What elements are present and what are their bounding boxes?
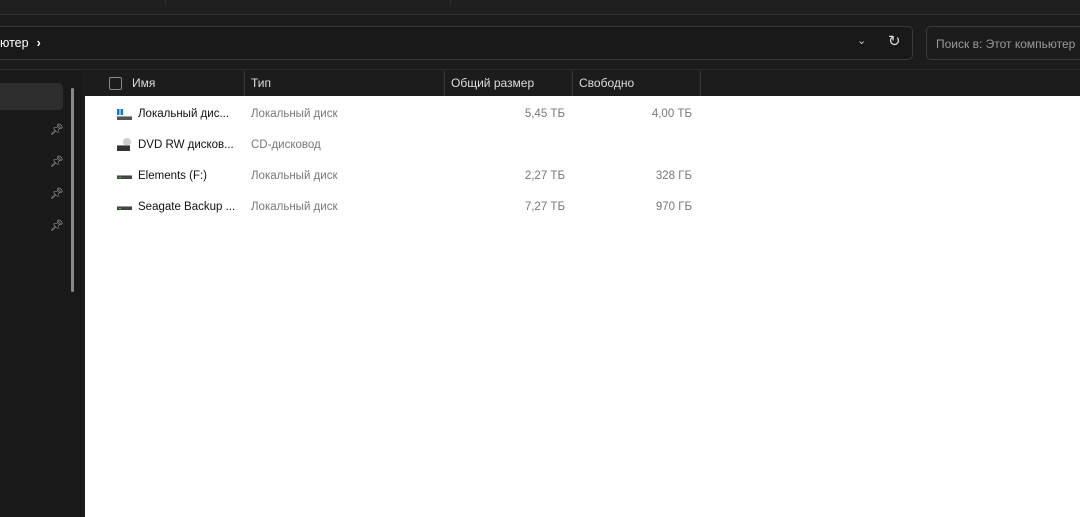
item-type: Локальный диск — [251, 108, 338, 120]
sidebar-scrollbar[interactable] — [71, 88, 74, 292]
item-size: 2,27 ТБ — [524, 170, 565, 182]
item-size: 5,45 ТБ — [524, 108, 565, 120]
column-free[interactable]: Свободно — [573, 71, 701, 96]
column-size[interactable]: Общий размер — [445, 71, 573, 96]
sidebar-item-selected[interactable] — [0, 83, 63, 110]
tab-divider — [450, 0, 451, 5]
select-all-checkbox[interactable] — [109, 77, 122, 90]
navigation-pane — [0, 71, 82, 517]
item-type: CD-дисковод — [251, 139, 321, 151]
tab-divider — [165, 0, 166, 5]
table-row[interactable]: Локальный дис... Локальный диск 5,45 ТБ 4,0… — [85, 100, 1080, 131]
column-type[interactable]: Тип — [245, 71, 445, 96]
item-type: Локальный диск — [251, 201, 338, 213]
dvd-drive-icon — [117, 138, 132, 152]
item-free: 4,00 ТБ — [651, 108, 692, 120]
system-drive-icon — [117, 109, 132, 121]
pin-icon: 📌︎ — [50, 124, 64, 136]
item-name[interactable]: Elements (F:) — [138, 170, 207, 182]
drive-icon — [117, 171, 132, 183]
item-free: 328 ГБ — [655, 170, 692, 182]
item-type: Локальный диск — [251, 170, 338, 182]
address-bar[interactable] — [0, 26, 913, 60]
tab-bar — [0, 0, 1080, 15]
item-name[interactable]: DVD RW дисков... — [138, 139, 234, 151]
item-size: 7,27 ТБ — [524, 201, 565, 213]
table-row[interactable]: Elements (F:) Локальный диск 2,27 ТБ 328 ГБ — [85, 162, 1080, 193]
search-input[interactable]: Поиск в: Этот компьютер — [926, 26, 1080, 60]
breadcrumb-item[interactable]: ютер — [0, 36, 29, 50]
column-name[interactable]: Имя — [126, 71, 245, 96]
item-name[interactable]: Локальный дис... — [138, 108, 229, 120]
table-row[interactable]: Seagate Backup ... Локальный диск 7,27 ТБ 9… — [85, 193, 1080, 224]
refresh-icon[interactable]: ↻ — [888, 32, 901, 50]
pin-icon: 📌︎ — [50, 220, 64, 232]
breadcrumb[interactable]: ютер › — [0, 36, 41, 50]
table-row[interactable]: DVD RW дисков... CD-дисковод — [85, 131, 1080, 162]
chevron-right-icon[interactable]: › — [37, 36, 41, 50]
chevron-down-icon[interactable]: ⌄ — [857, 34, 866, 47]
item-name[interactable]: Seagate Backup ... — [138, 201, 235, 213]
drive-icon — [117, 202, 132, 214]
pin-icon: 📌︎ — [50, 156, 64, 168]
pin-icon: 📌︎ — [50, 188, 64, 200]
item-free: 970 ГБ — [655, 201, 692, 213]
